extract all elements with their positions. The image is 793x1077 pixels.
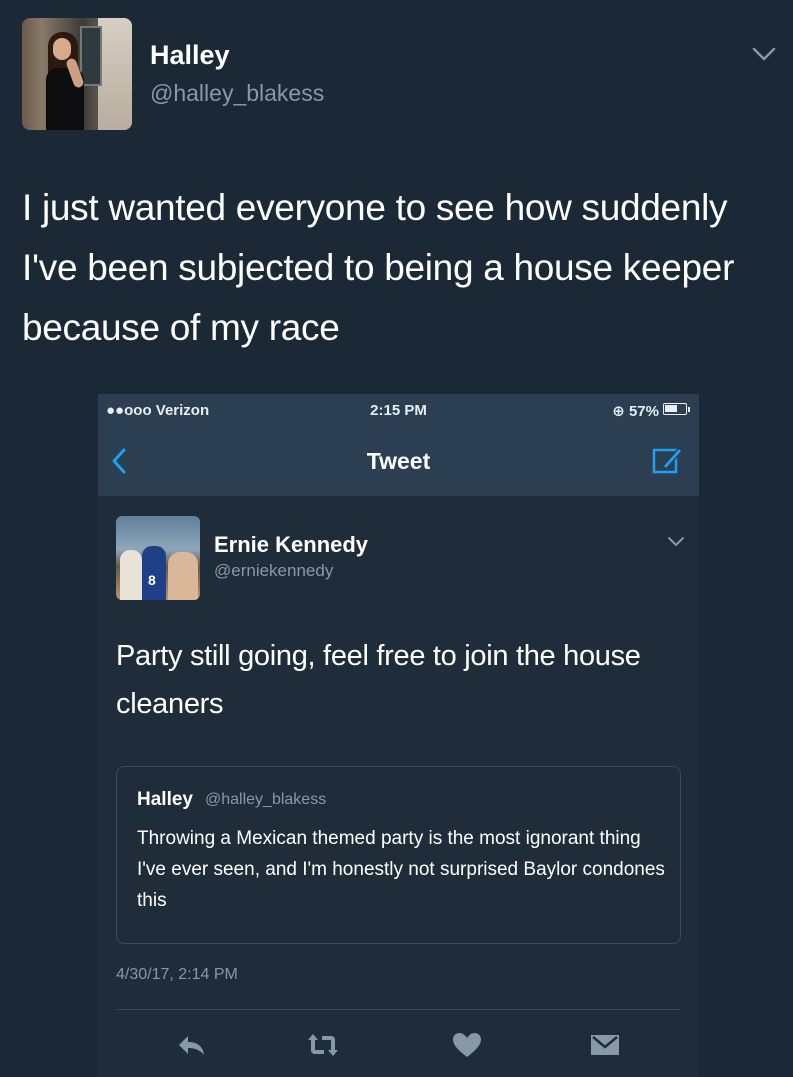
chevron-down-icon[interactable] — [750, 44, 778, 64]
status-battery-text: ⊕ 57% — [612, 402, 659, 420]
tweet-body: Party still going, feel free to join the… — [116, 640, 641, 720]
battery-nub — [688, 407, 690, 412]
compose-icon[interactable] — [651, 444, 685, 476]
direct-message-icon[interactable] — [588, 1030, 622, 1060]
quoted-author-handle: @halley_blakess — [205, 791, 327, 808]
avatar-jersey-number: 8 — [148, 572, 156, 588]
retweet-icon[interactable] — [306, 1030, 340, 1060]
nav-bar: ●●ooo Verizon 2:15 PM ⊕ 57% Tweet — [98, 394, 699, 496]
tweet-author-name[interactable]: Ernie Kennedy — [214, 532, 368, 558]
tweet-author-handle[interactable]: @erniekennedy — [214, 561, 333, 581]
tweet-timestamp: 4/30/17, 2:14 PM — [116, 966, 238, 983]
avatar-person — [168, 552, 198, 600]
author-handle[interactable]: @halley_blakess — [150, 80, 324, 107]
tweet-text: I just wanted everyone to see how sudden… — [22, 187, 735, 348]
avatar-face — [53, 38, 71, 60]
battery-percent: 57% — [628, 403, 659, 420]
avatar[interactable] — [22, 18, 132, 130]
like-icon[interactable] — [450, 1030, 484, 1060]
reply-icon[interactable] — [174, 1030, 208, 1060]
avatar-background — [98, 18, 132, 130]
quoted-tweet-text: Throwing a Mexican themed party is the m… — [137, 828, 665, 911]
battery-icon — [663, 403, 690, 415]
author-name[interactable]: Halley — [150, 40, 230, 71]
nav-title: Tweet — [366, 448, 431, 474]
chevron-down-icon[interactable] — [667, 536, 685, 548]
quoted-author-name: Halley — [137, 789, 193, 810]
quoted-tweet[interactable]: Halley @halley_blakess Throwing a Mexica… — [116, 766, 681, 944]
embedded-screenshot: ●●ooo Verizon 2:15 PM ⊕ 57% Tweet 8 Erni… — [98, 394, 699, 1077]
tweet-avatar[interactable]: 8 — [116, 516, 200, 600]
divider — [116, 1009, 681, 1010]
avatar-person — [120, 550, 142, 600]
alarm-icon: ⊕ — [612, 403, 625, 420]
battery-fill — [665, 405, 677, 412]
status-time: 2:15 PM — [370, 402, 427, 419]
